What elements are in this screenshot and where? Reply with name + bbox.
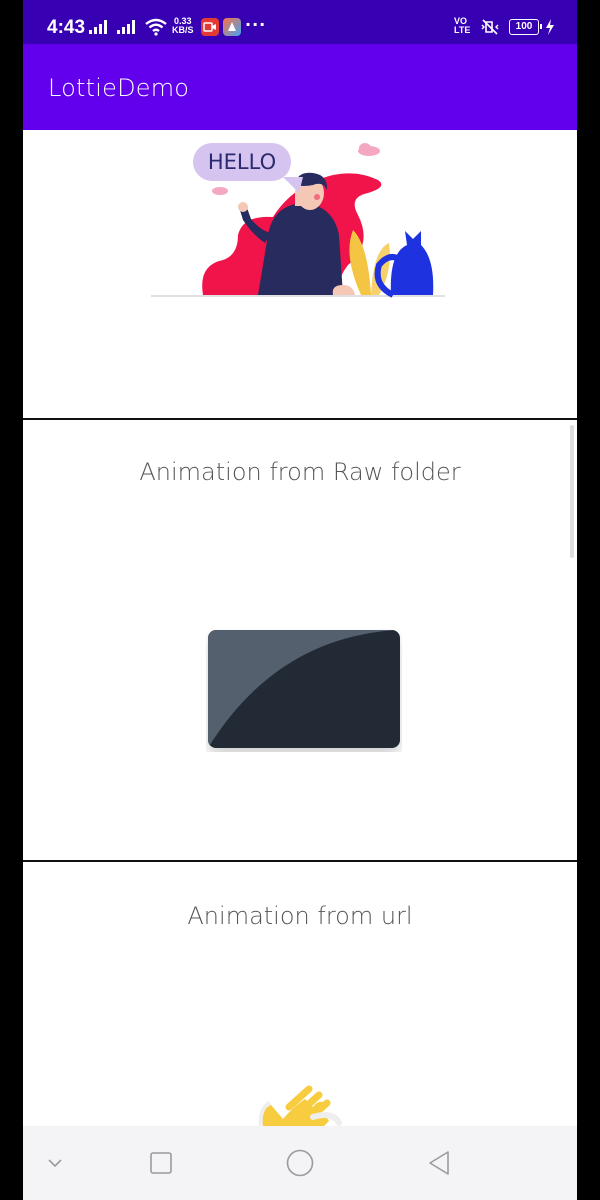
- app-bar: LottieDemo: [23, 44, 577, 130]
- hide-nav-button[interactable]: [35, 1146, 75, 1180]
- volte-bottom: LTE: [454, 25, 471, 35]
- raw-lottie-animation: [206, 628, 402, 752]
- status-bar: 4:43 0.33 KB/S ··· VO LTE 100: [23, 0, 577, 44]
- screen-recorder-icon: [201, 18, 219, 36]
- recents-icon: [150, 1152, 172, 1174]
- hello-speech-bubble: HELLO: [193, 143, 291, 181]
- app-notification-icon: [223, 18, 241, 36]
- hand-wave-illustration: [258, 1085, 342, 1127]
- credit-card-illustration: [208, 630, 400, 748]
- phone-screen: 4:43 0.33 KB/S ··· VO LTE 100 LottieDemo…: [23, 0, 577, 1200]
- home-button[interactable]: [280, 1146, 320, 1180]
- signal-icon: [89, 20, 109, 34]
- url-lottie-animation: [253, 1077, 353, 1127]
- network-speed: 0.33 KB/S: [172, 17, 194, 35]
- charging-icon: [546, 19, 554, 35]
- speech-bubble-tail: [283, 177, 303, 193]
- raw-animation-title: Animation from Raw folder: [139, 458, 461, 486]
- wifi-icon: [145, 18, 167, 36]
- scrollbar[interactable]: [570, 425, 574, 558]
- more-notifications-icon: ···: [245, 15, 267, 34]
- hello-illustration: [151, 143, 445, 298]
- raw-animation-card: Animation from Raw folder: [23, 420, 577, 861]
- volte-indicator: VO LTE: [454, 17, 470, 35]
- signal-icon-2: [117, 20, 137, 34]
- navigation-bar: [23, 1126, 577, 1200]
- back-button[interactable]: [419, 1146, 459, 1180]
- url-animation-card: Animation from url: [23, 862, 577, 1127]
- chevron-down-icon: [48, 1159, 62, 1168]
- hello-lottie-animation: HELLO: [143, 135, 453, 305]
- network-speed-unit: KB/S: [172, 25, 194, 35]
- recents-button[interactable]: [141, 1146, 181, 1180]
- url-animation-title: Animation from url: [187, 902, 413, 930]
- status-time: 4:43: [47, 17, 86, 38]
- mute-icon: [481, 19, 499, 35]
- battery-icon: 100: [509, 19, 542, 35]
- app-title: LottieDemo: [48, 74, 190, 102]
- back-icon: [429, 1151, 449, 1175]
- hello-animation-card: HELLO: [23, 130, 577, 419]
- home-icon: [286, 1149, 314, 1177]
